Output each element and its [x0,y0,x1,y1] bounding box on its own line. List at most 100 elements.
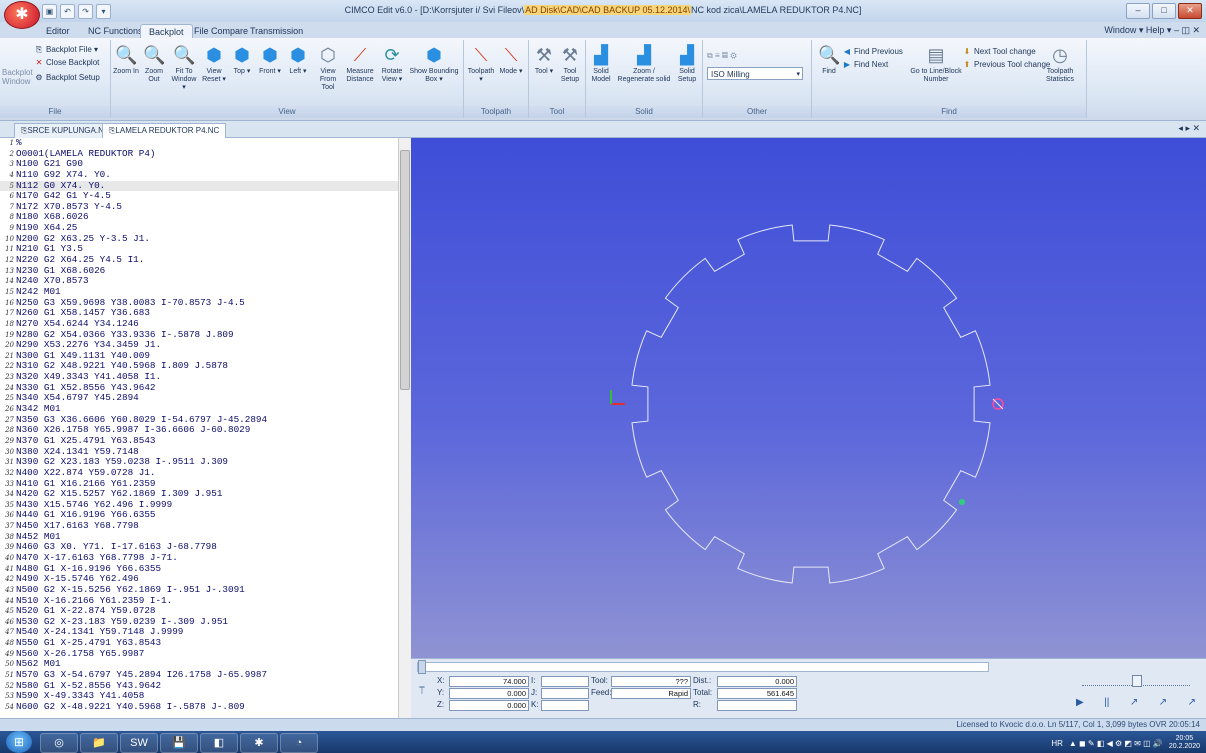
doc-tab-lamela-reduktor[interactable]: ⎘LAMELA REDUKTOR P4.NC [102,123,227,138]
tool-setup-button[interactable]: ⚒ Tool Setup [557,44,583,84]
play-icon[interactable]: ▶ [1076,697,1084,708]
line-number: 51 [5,671,14,680]
clock[interactable]: 20:05 20.2.2020 [1169,735,1200,751]
toolpath-statistics-button[interactable]: ◷ Toolpath Statistics [1040,44,1080,84]
line-number: 39 [5,543,14,552]
maximize-button[interactable]: □ [1152,3,1176,19]
fit-to-window-icon: 🔍 [173,45,196,65]
list-icon[interactable]: ≡ [715,51,720,60]
step-icon[interactable]: ↗ [1130,697,1138,708]
code-text: N342 M01 [16,403,61,415]
tool-button[interactable]: ⚒ Tool ▾ [531,44,557,76]
backplot-file-button[interactable]: ⎘ Backplot File ▾ [34,44,98,55]
code-text: O0001(LAMELA REDUKTOR P4) [16,147,156,159]
start-button[interactable]: ⊞ [6,731,32,753]
editor-scrollbar-thumb[interactable] [400,150,410,390]
line-number: 11 [5,245,14,254]
code-text: N330 G1 X52.8556 Y43.9642 [16,381,156,393]
close-button[interactable]: ✕ [1178,3,1202,19]
line-number: 41 [5,564,14,573]
code-text: N560 X-26.1758 Y65.9987 [16,647,145,659]
media-icon[interactable]: ◔ [280,733,318,753]
tab-navigation[interactable]: ◂ ▸ ✕ [1178,123,1200,134]
chrome-icon[interactable]: ◎ [40,733,78,753]
toolpath-button[interactable]: ⟍ Toolpath ▾ [466,44,496,84]
window-help-menu[interactable]: Window ▾ Help ▾ – ◫ ✕ [1104,25,1200,36]
view-reset-button[interactable]: ⬢ View Reset ▾ [201,44,227,84]
app-window-icon[interactable]: ◧ [200,733,238,753]
line-number: 54 [5,702,14,711]
zoom-out-button[interactable]: 🔍 Zoom Out [141,44,167,84]
simulation-slider[interactable] [417,662,989,672]
close-backplot-button[interactable]: ✕ Close Backplot [34,57,100,68]
view-front-label: Front ▾ [259,68,281,75]
nc-code-editor[interactable]: 1% 2 O0001(LAMELA REDUKTOR P4) 3 N100 G21 G9… [0,138,399,718]
cube-icon: ⬢ [206,45,222,65]
cimco-logo-icon[interactable]: ✱ [4,1,40,29]
view-top-button[interactable]: ⬢ Top ▾ [229,44,255,76]
r-label: R: [693,700,701,709]
step-end-icon[interactable]: ↗ [1188,697,1196,708]
measure-distance-button[interactable]: ⟋ Measure Distance [345,44,375,84]
backplot-window-button[interactable]: Backplot Window [2,68,33,86]
mode-button[interactable]: ⟍ Mode ▾ [496,44,526,76]
zoom-in-button[interactable]: 🔍 Zoom In [113,44,139,76]
solid-setup-icon: ▟ [680,45,694,65]
code-text: N562 M01 [16,658,61,670]
step-forward-icon[interactable]: ↗ [1159,697,1167,708]
view-left-button[interactable]: ⬢ Left ▾ [285,44,311,76]
show-bounding-box-button[interactable]: ⬢ Show Bounding Box ▾ [409,44,459,84]
j-value [541,688,589,699]
cimco-taskbar-icon[interactable]: ✱ [240,733,278,753]
next-tool-change-button[interactable]: ⬇ Next Tool change [962,46,1036,57]
view-from-tool-button[interactable]: ⬡ View From Tool [313,44,343,92]
rotate-icon: ⟳ [384,45,400,65]
previous-tool-change-button[interactable]: ⬆ Previous Tool change [962,59,1051,70]
tray-icons[interactable]: ▲ ◼ ✎ ◧ ◀ ⚙ ◩ ✉ ◫ 🔊 [1069,739,1163,748]
solid-model-button[interactable]: ▟ Solid Model [588,44,614,84]
x-value: 74.000 [449,676,529,687]
save-app-icon[interactable]: 💾 [160,733,198,753]
doc-tab-label: SRCE KUPLUNGA.NC [27,126,110,135]
layout-icon[interactable]: ⧉ [707,51,713,60]
machine-mode-select[interactable]: ISO Milling ▾ [707,67,803,80]
line-number: 9 [9,224,14,233]
explorer-icon[interactable]: 📁 [80,733,118,753]
backplot-setup-button[interactable]: ⚙ Backplot Setup [34,72,100,83]
backplot-setup-label: Backplot Setup [46,73,100,82]
find-next-button[interactable]: ▶ Find Next [842,59,888,70]
goto-line-button[interactable]: ▤ Go to Line/Block Number [908,44,964,84]
solidworks-icon[interactable]: SW [120,733,158,753]
view-front-button[interactable]: ⬢ Front ▾ [257,44,283,76]
fit-to-window-button[interactable]: 🔍 Fit To Window ▾ [169,44,199,92]
settings-icon[interactable]: ⚙ [730,51,736,60]
view-from-tool-label: View From Tool [319,68,337,91]
grid-icon[interactable]: ▦ [722,51,728,60]
k-label: K: [531,700,539,709]
window-title: CIMCO Edit v6.0 - [D:\Korrsjuter i/ Svi … [0,5,1206,15]
goto-line-icon: ▤ [927,45,945,65]
ribbon: ⎘ Backplot File ▾ ✕ Close Backplot Backplo… [0,38,1206,121]
backplot-viewport[interactable] [411,138,1206,658]
cube-front-icon: ⬢ [262,45,278,65]
tab-editor[interactable]: Editor [38,24,78,38]
pause-icon[interactable]: || [1104,697,1109,708]
zoom-regenerate-solid-button[interactable]: ▟ Zoom / Regenerate solid [616,44,672,84]
code-text: N400 X22.874 Y59.0728 J1. [16,466,156,478]
rotate-view-button[interactable]: ⟳ Rotate View ▾ [377,44,407,84]
minimize-button[interactable]: – [1126,3,1150,19]
find-button[interactable]: 🔍 Find [816,44,842,76]
tool-label: Tool ▾ [534,68,554,75]
tab-transmission[interactable]: Transmission [242,24,311,38]
tool-group-label: Tool [529,106,585,118]
code-line[interactable]: 54 N600 G2 X-48.9221 Y40.5968 I-.5878 J-.… [0,701,398,713]
language-indicator[interactable]: HR [1051,739,1063,748]
other-group-label: Other [703,106,811,118]
code-text: N380 X24.1341 Y59.7148 [16,445,139,457]
line-number: 30 [5,447,14,456]
find-previous-button[interactable]: ◀ Find Previous [842,46,903,57]
tab-backplot[interactable]: Backplot [140,24,193,39]
speed-slider-thumb[interactable] [1132,675,1142,687]
solid-setup-button[interactable]: ▟ Solid Setup [674,44,700,84]
simulation-slider-thumb[interactable] [418,660,426,674]
